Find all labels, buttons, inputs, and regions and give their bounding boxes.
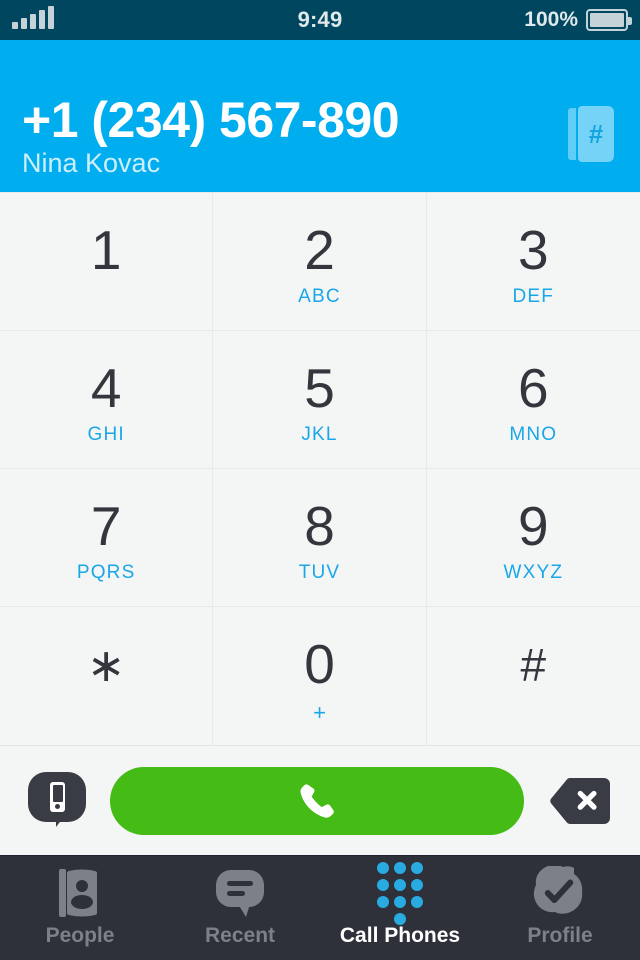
key-digit: 5 xyxy=(304,356,335,419)
backspace-shape xyxy=(550,777,610,824)
key-2[interactable]: 2 ABC xyxy=(213,193,427,331)
key-4[interactable]: 4 GHI xyxy=(0,331,214,469)
status-bar: 9:49 100% xyxy=(0,0,640,40)
key-digit: 7 xyxy=(90,494,122,557)
key-letters: MNO xyxy=(509,423,558,445)
key-digit: 2 xyxy=(304,218,335,281)
key-letters: GHI xyxy=(87,423,125,445)
key-digit: ∗ xyxy=(86,638,126,691)
key-letters: PQRS xyxy=(76,561,136,583)
number-block: +1 (234) 567-890 Nina Kovac xyxy=(22,94,558,180)
backspace-delete-icon[interactable] xyxy=(548,775,612,827)
sms-mobile-bubble-icon[interactable] xyxy=(28,771,86,830)
addressbook-hash-glyph: # xyxy=(578,106,614,162)
sms-bubble-tail xyxy=(56,813,66,827)
key-letters: DEF xyxy=(512,285,555,307)
key-letters: TUV xyxy=(298,561,341,583)
key-7[interactable]: 7 PQRS xyxy=(0,469,214,607)
tab-label: Profile xyxy=(527,924,593,947)
key-star[interactable]: ∗ xyxy=(0,607,214,745)
key-hash[interactable]: # xyxy=(426,607,640,745)
key-0[interactable]: 0 + xyxy=(213,607,427,745)
key-letters: ABC xyxy=(298,285,341,307)
key-digit: 1 xyxy=(90,218,122,281)
key-letters: + xyxy=(313,700,326,725)
tab-call-phones[interactable]: Call Phones xyxy=(320,856,480,960)
addressbook-hash-icon[interactable]: # xyxy=(568,106,614,162)
key-6[interactable]: 6 MNO xyxy=(426,331,640,469)
contact-name-label: Nina Kovac xyxy=(22,148,161,179)
action-bar xyxy=(0,745,640,855)
call-button[interactable] xyxy=(110,766,524,835)
battery-indicator: 100% xyxy=(524,8,632,32)
addressbook-spine xyxy=(568,108,576,160)
sms-phone-screen xyxy=(52,784,63,802)
tab-label: Recent xyxy=(204,924,276,947)
bottom-tab-bar: People Recent Call Phones Profile xyxy=(0,855,640,960)
key-1[interactable]: 1 xyxy=(0,193,214,331)
tab-people[interactable]: People xyxy=(0,856,160,960)
key-digit: 8 xyxy=(304,494,335,557)
number-header: +1 (234) 567-890 Nina Kovac # xyxy=(0,40,640,192)
key-digit: 9 xyxy=(518,494,549,557)
key-digit: # xyxy=(520,638,547,691)
tab-profile[interactable]: Profile xyxy=(480,856,640,960)
phone-number-display[interactable]: +1 (234) 567-890 xyxy=(22,94,558,147)
key-9[interactable]: 9 WXYZ xyxy=(426,469,640,607)
profile-check-icon xyxy=(532,864,588,922)
key-digit: 3 xyxy=(518,218,549,281)
tab-label: Call Phones xyxy=(339,924,461,947)
key-3[interactable]: 3 DEF xyxy=(426,193,640,331)
battery-full-icon xyxy=(586,9,632,31)
key-digit: 6 xyxy=(518,356,549,419)
chat-bubble-icon xyxy=(213,864,267,922)
dialpad-dots-icon xyxy=(377,861,423,925)
tab-recent[interactable]: Recent xyxy=(160,856,320,960)
key-5[interactable]: 5 JKL xyxy=(213,331,427,469)
key-8[interactable]: 8 TUV xyxy=(213,469,427,607)
key-letters: JKL xyxy=(301,423,338,445)
tab-label: People xyxy=(45,924,115,947)
phone-handset-icon xyxy=(300,783,334,818)
dial-keypad: 1 2 ABC 3 DEF 4 GHI 5 JKL 6 MNO 7 PQRS 8 xyxy=(0,192,640,745)
contact-card-icon xyxy=(57,864,103,922)
key-letters: WXYZ xyxy=(503,561,564,583)
dialer-screen: 9:49 100% +1 (234) 567-890 Nina Kovac # … xyxy=(0,0,640,960)
key-digit: 4 xyxy=(90,356,122,419)
key-digit: 0 xyxy=(304,633,335,695)
battery-percent-label: 100% xyxy=(524,8,578,31)
